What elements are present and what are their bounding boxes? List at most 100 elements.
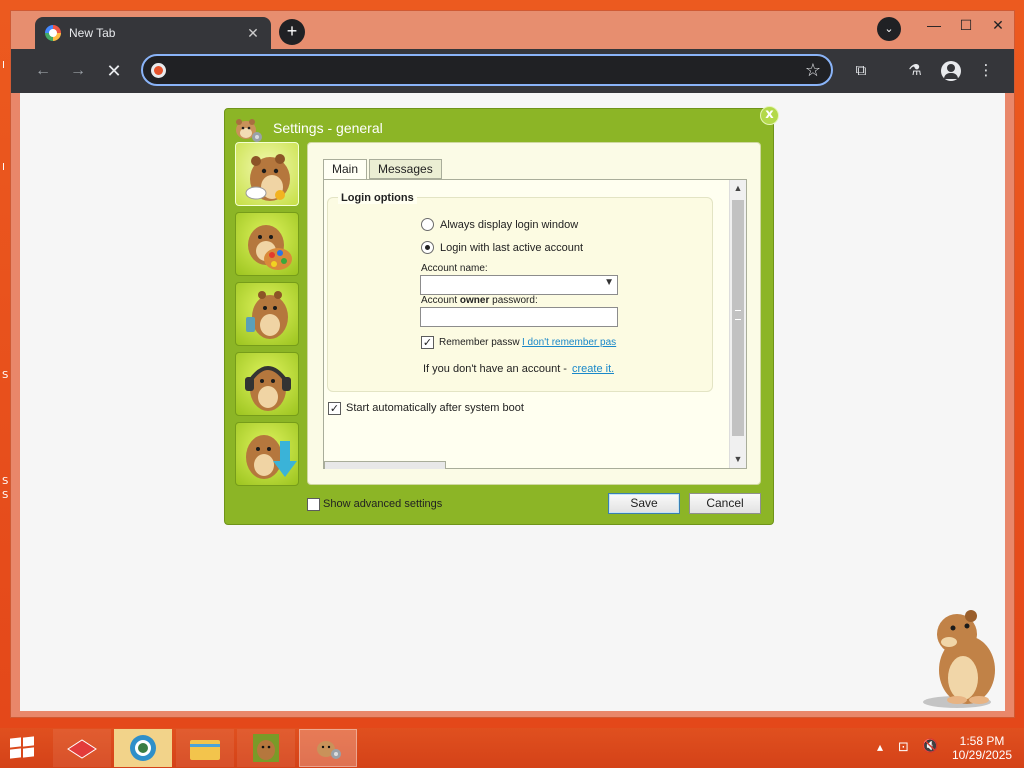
side-button-general[interactable]: [235, 142, 299, 206]
desktop-edge-letter: I: [2, 162, 5, 173]
desktop-edge-letter: I: [2, 60, 5, 71]
extensions-icon[interactable]: ⧉: [849, 59, 873, 83]
side-button-phone[interactable]: [235, 282, 299, 346]
vertical-scrollbar[interactable]: ▲ ▼: [729, 180, 746, 468]
address-bar[interactable]: ☆: [141, 54, 833, 86]
remember-password-label[interactable]: Remember passw: [439, 337, 520, 348]
hamster-download-icon: [246, 435, 297, 479]
tab-close-icon[interactable]: ✕: [245, 25, 261, 42]
forward-arrow-icon[interactable]: →: [66, 59, 90, 83]
tray-chevron-up-icon[interactable]: ▴: [877, 740, 883, 768]
partially-hidden-button[interactable]: [324, 461, 446, 469]
start-pane: [23, 747, 34, 758]
settings-dialog: Settings - general x Main Messages Login…: [224, 106, 779, 525]
hamster-logo-icon: [236, 119, 262, 142]
menu-icon[interactable]: ⋮: [974, 59, 998, 83]
start-pane: [10, 748, 21, 759]
start-pane: [10, 737, 21, 748]
site-info-icon[interactable]: [151, 63, 166, 78]
chevron-down-icon: ▼: [604, 277, 614, 288]
network-icon[interactable]: ⊡: [898, 739, 909, 768]
scrollbar-grip: [735, 310, 741, 320]
hamster-mascot-icon[interactable]: [917, 606, 1009, 710]
settings-panel: Main Messages Login options Always displ…: [307, 142, 761, 485]
dialog-close-button[interactable]: x: [760, 106, 779, 125]
taskbar-file-explorer-icon[interactable]: [176, 729, 234, 767]
hamster-phone-icon: [246, 291, 288, 339]
new-tab-button[interactable]: +: [279, 19, 305, 45]
side-button-download[interactable]: [235, 422, 299, 486]
desktop-edge-letter: S: [2, 370, 9, 381]
taskbar-hamster-app-icon[interactable]: [237, 729, 295, 767]
taskbar-settings-app-icon[interactable]: [299, 729, 357, 767]
autostart-label[interactable]: Start automatically after system boot: [346, 402, 524, 414]
minimize-button[interactable]: —: [918, 11, 950, 39]
taskbar-clock[interactable]: 1:58 PM 10/29/2025: [952, 734, 1012, 762]
browser-toolbar: ← → ✕ ☆ ⧉ ⚗ ⋮: [11, 49, 1014, 93]
create-account-link[interactable]: create it.: [572, 363, 614, 375]
password-label-bold: owner: [459, 295, 490, 306]
radio-login-last-account-label[interactable]: Login with last active account: [440, 242, 583, 254]
browser-globe-icon: [130, 735, 156, 761]
autostart-checkbox[interactable]: ✓: [328, 402, 341, 415]
no-account-text: If you don't have an account -: [423, 363, 567, 375]
windows-start-icon[interactable]: [10, 736, 36, 760]
window-controls: — ☐ ✕: [918, 11, 1014, 39]
desktop-edge-icons: I I S S S: [0, 40, 10, 730]
password-label-pre: Account: [421, 295, 460, 306]
tab-strip: New Tab ✕ + ⌄ — ☐ ✕: [11, 11, 1014, 49]
tab-main[interactable]: Main: [323, 159, 368, 180]
remember-password-checkbox[interactable]: ✓: [421, 336, 434, 349]
tab-title: New Tab: [69, 26, 116, 40]
cancel-button[interactable]: Cancel: [689, 493, 761, 514]
stop-loading-icon[interactable]: ✕: [102, 59, 126, 83]
main-tab-content: Login options Always display login windo…: [323, 179, 747, 469]
red-box-icon: [67, 739, 97, 759]
password-label-post: password:: [489, 295, 538, 306]
hamster-settings-icon: [317, 741, 341, 759]
chrome-favicon-icon: [45, 25, 61, 41]
star-icon[interactable]: ☆: [805, 60, 821, 81]
radio-always-display-login-label[interactable]: Always display login window: [440, 219, 578, 231]
hamster-headphones-icon: [245, 366, 291, 411]
show-advanced-label[interactable]: Show advanced settings: [323, 498, 442, 510]
scroll-up-icon[interactable]: ▲: [730, 180, 746, 197]
desktop-edge-letter: S: [2, 490, 9, 501]
side-button-appearance[interactable]: [235, 212, 299, 276]
radio-login-last-account[interactable]: [421, 241, 434, 254]
folder-icon: [190, 740, 220, 760]
radio-always-display-login[interactable]: [421, 218, 434, 231]
clock-date: 10/29/2025: [952, 748, 1013, 762]
taskbar: ▴ ⊡ 🔇 1:58 PM 10/29/2025: [0, 728, 1024, 768]
start-pane: [23, 736, 34, 747]
hamster-reading-icon: [245, 154, 290, 201]
labs-icon[interactable]: ⚗: [903, 59, 927, 83]
dialog-title: Settings - general: [273, 120, 383, 136]
account-name-dropdown[interactable]: ▼: [420, 275, 618, 295]
side-button-sound[interactable]: [235, 352, 299, 416]
hamster-painter-icon: [248, 225, 292, 270]
tab-new-tab[interactable]: New Tab ✕: [35, 17, 271, 49]
password-field[interactable]: [420, 307, 618, 327]
hamster-app-icon: [253, 734, 279, 762]
taskbar-app-red-icon[interactable]: [53, 729, 111, 767]
account-name-label: Account name:: [421, 263, 488, 274]
volume-muted-icon[interactable]: 🔇: [922, 738, 938, 768]
dialog-header: Settings - general x: [225, 106, 779, 145]
tab-messages[interactable]: Messages: [369, 159, 442, 179]
scrollbar-thumb[interactable]: [732, 200, 744, 436]
show-advanced-checkbox[interactable]: [307, 498, 320, 511]
password-label: Account owner password:: [421, 295, 538, 306]
window-close-button[interactable]: ✕: [982, 11, 1014, 39]
clock-time: 1:58 PM: [959, 734, 1005, 748]
tab-search-chevron-icon[interactable]: ⌄: [877, 17, 901, 41]
profile-icon[interactable]: [941, 61, 961, 81]
login-options-legend: Login options: [338, 192, 417, 204]
scroll-down-icon[interactable]: ▼: [730, 451, 746, 468]
save-button[interactable]: Save: [608, 493, 680, 514]
taskbar-browser-icon[interactable]: [114, 729, 172, 767]
forgot-password-link[interactable]: I don't remember pas: [522, 337, 618, 348]
back-arrow-icon[interactable]: ←: [31, 59, 55, 83]
desktop-edge-letter: S: [2, 476, 9, 487]
maximize-button[interactable]: ☐: [950, 11, 982, 39]
